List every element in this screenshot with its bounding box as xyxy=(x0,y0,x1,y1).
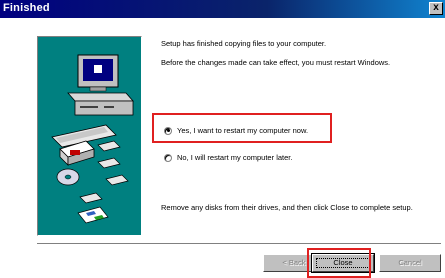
cancel-button[interactable]: Cancel xyxy=(379,254,441,272)
window-title: Finished xyxy=(3,2,50,14)
info-copied-text: Setup has finished copying files to your… xyxy=(161,39,327,48)
info-restart-text: Before the changes made can take effect,… xyxy=(161,58,391,67)
radio-unselected-icon[interactable] xyxy=(164,153,172,162)
restart-later-option[interactable]: No, I will restart my computer later. xyxy=(164,153,292,162)
computer-disks-icon xyxy=(51,54,134,224)
restart-later-label: No, I will restart my computer later. xyxy=(177,153,293,162)
remove-disks-text: Remove any disks from their drives, and … xyxy=(161,203,413,212)
left-margin xyxy=(0,18,37,278)
highlight-box-restart-option xyxy=(152,113,332,143)
setup-illustration xyxy=(37,36,142,236)
button-separator xyxy=(37,243,441,245)
setup-dialog: Finished x Setup has finished copying fi… xyxy=(0,0,445,278)
highlight-box-close-button xyxy=(307,248,371,278)
title-bar: Finished x xyxy=(0,0,445,18)
close-window-button[interactable]: x xyxy=(429,2,443,15)
